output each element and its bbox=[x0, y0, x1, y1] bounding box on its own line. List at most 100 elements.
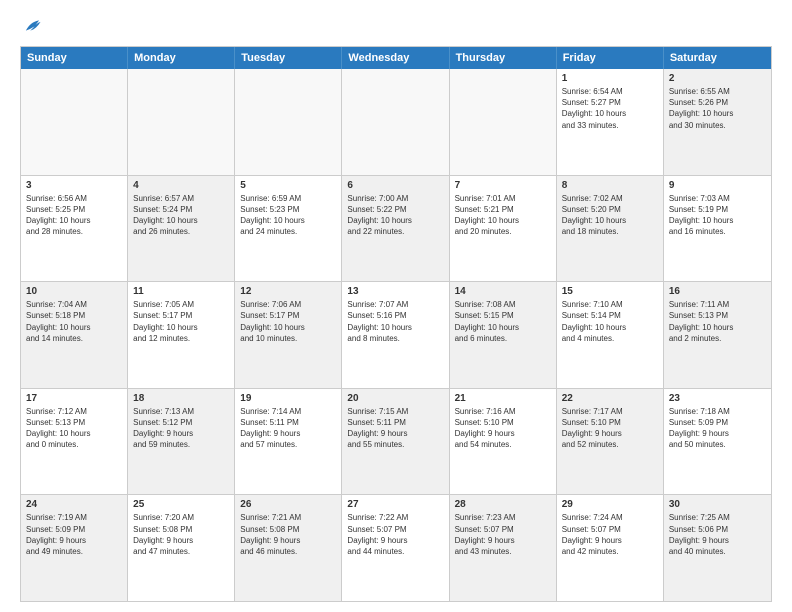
day-number: 21 bbox=[455, 393, 551, 404]
day-number: 20 bbox=[347, 393, 443, 404]
day-number: 7 bbox=[455, 180, 551, 191]
calendar-cell-13: 13 Sunrise: 7:07 AM Sunset: 5:16 PM Dayli… bbox=[342, 282, 449, 388]
day-info: Sunrise: 6:59 AM Sunset: 5:23 PM Dayligh… bbox=[240, 193, 336, 238]
calendar-cell-15: 15Sunrise: 7:10 AM Sunset: 5:14 PM Dayli… bbox=[557, 282, 664, 388]
day-number: 13 bbox=[347, 286, 443, 297]
weekday-header-monday: Monday bbox=[128, 47, 235, 69]
day-number: 23 bbox=[669, 393, 766, 404]
day-info: Sunrise: 7:13 AM Sunset: 5:12 PM Dayligh… bbox=[133, 406, 229, 451]
day-info: Sunrise: 7:24 AM Sunset: 5:07 PM Dayligh… bbox=[562, 512, 658, 557]
day-info: Sunrise: 7:03 AM Sunset: 5:19 PM Dayligh… bbox=[669, 193, 766, 238]
weekday-header-thursday: Thursday bbox=[450, 47, 557, 69]
calendar-cell-9: 9 Sunrise: 7:03 AM Sunset: 5:19 PM Daylig… bbox=[664, 176, 771, 282]
calendar-cell-19: 19 Sunrise: 7:14 AM Sunset: 5:11 PM Dayli… bbox=[235, 389, 342, 495]
calendar-cell-12: 12 Sunrise: 7:06 AM Sunset: 5:17 PM Dayli… bbox=[235, 282, 342, 388]
day-number: 8 bbox=[562, 180, 658, 191]
calendar-cell-5: 5 Sunrise: 6:59 AM Sunset: 5:23 PM Daylig… bbox=[235, 176, 342, 282]
calendar-cell-empty-2 bbox=[235, 69, 342, 175]
calendar-body: 1 Sunrise: 6:54 AM Sunset: 5:27 PM Daylig… bbox=[21, 69, 771, 601]
day-number: 27 bbox=[347, 499, 443, 510]
calendar-cell-7: 7 Sunrise: 7:01 AM Sunset: 5:21 PM Daylig… bbox=[450, 176, 557, 282]
calendar-cell-18: 18 Sunrise: 7:13 AM Sunset: 5:12 PM Dayli… bbox=[128, 389, 235, 495]
weekday-header-friday: Friday bbox=[557, 47, 664, 69]
day-number: 28 bbox=[455, 499, 551, 510]
day-number: 26 bbox=[240, 499, 336, 510]
day-number: 25 bbox=[133, 499, 229, 510]
calendar-cell-4: 4 Sunrise: 6:57 AM Sunset: 5:24 PM Daylig… bbox=[128, 176, 235, 282]
day-info: Sunrise: 7:23 AM Sunset: 5:07 PM Dayligh… bbox=[455, 512, 551, 557]
weekday-header-tuesday: Tuesday bbox=[235, 47, 342, 69]
day-number: 3 bbox=[26, 180, 122, 191]
calendar-cell-27: 27 Sunrise: 7:22 AM Sunset: 5:07 PM Dayli… bbox=[342, 495, 449, 601]
day-info: Sunrise: 7:05 AM Sunset: 5:17 PM Dayligh… bbox=[133, 299, 229, 344]
calendar-cell-17: 17Sunrise: 7:12 AM Sunset: 5:13 PM Dayli… bbox=[21, 389, 128, 495]
day-info: Sunrise: 7:17 AM Sunset: 5:10 PM Dayligh… bbox=[562, 406, 658, 451]
calendar-cell-empty-0 bbox=[21, 69, 128, 175]
calendar-row-2: 10 Sunrise: 7:04 AM Sunset: 5:18 PM Dayli… bbox=[21, 282, 771, 389]
day-number: 16 bbox=[669, 286, 766, 297]
day-number: 19 bbox=[240, 393, 336, 404]
weekday-header-wednesday: Wednesday bbox=[342, 47, 449, 69]
day-info: Sunrise: 6:56 AM Sunset: 5:25 PM Dayligh… bbox=[26, 193, 122, 238]
calendar-cell-29: 29Sunrise: 7:24 AM Sunset: 5:07 PM Dayli… bbox=[557, 495, 664, 601]
day-number: 24 bbox=[26, 499, 122, 510]
day-info: Sunrise: 6:54 AM Sunset: 5:27 PM Dayligh… bbox=[562, 86, 658, 131]
calendar-cell-11: 11 Sunrise: 7:05 AM Sunset: 5:17 PM Dayli… bbox=[128, 282, 235, 388]
calendar-cell-1: 1 Sunrise: 6:54 AM Sunset: 5:27 PM Daylig… bbox=[557, 69, 664, 175]
day-info: Sunrise: 7:18 AM Sunset: 5:09 PM Dayligh… bbox=[669, 406, 766, 451]
header bbox=[20, 16, 772, 38]
day-number: 17 bbox=[26, 393, 122, 404]
day-number: 12 bbox=[240, 286, 336, 297]
day-info: Sunrise: 7:02 AM Sunset: 5:20 PM Dayligh… bbox=[562, 193, 658, 238]
day-info: Sunrise: 7:25 AM Sunset: 5:06 PM Dayligh… bbox=[669, 512, 766, 557]
day-number: 18 bbox=[133, 393, 229, 404]
day-info: Sunrise: 7:20 AM Sunset: 5:08 PM Dayligh… bbox=[133, 512, 229, 557]
day-info: Sunrise: 7:19 AM Sunset: 5:09 PM Dayligh… bbox=[26, 512, 122, 557]
calendar-cell-3: 3 Sunrise: 6:56 AM Sunset: 5:25 PM Daylig… bbox=[21, 176, 128, 282]
day-number: 4 bbox=[133, 180, 229, 191]
day-number: 10 bbox=[26, 286, 122, 297]
day-info: Sunrise: 7:06 AM Sunset: 5:17 PM Dayligh… bbox=[240, 299, 336, 344]
calendar-row-4: 24 Sunrise: 7:19 AM Sunset: 5:09 PM Dayli… bbox=[21, 495, 771, 601]
calendar-cell-6: 6Sunrise: 7:00 AM Sunset: 5:22 PM Daylig… bbox=[342, 176, 449, 282]
day-info: Sunrise: 7:14 AM Sunset: 5:11 PM Dayligh… bbox=[240, 406, 336, 451]
weekday-header-sunday: Sunday bbox=[21, 47, 128, 69]
day-info: Sunrise: 7:00 AM Sunset: 5:22 PM Dayligh… bbox=[347, 193, 443, 238]
day-info: Sunrise: 7:21 AM Sunset: 5:08 PM Dayligh… bbox=[240, 512, 336, 557]
day-info: Sunrise: 6:55 AM Sunset: 5:26 PM Dayligh… bbox=[669, 86, 766, 131]
day-number: 1 bbox=[562, 73, 658, 84]
calendar-cell-empty-4 bbox=[450, 69, 557, 175]
calendar-cell-empty-3 bbox=[342, 69, 449, 175]
day-number: 30 bbox=[669, 499, 766, 510]
calendar-cell-21: 21Sunrise: 7:16 AM Sunset: 5:10 PM Dayli… bbox=[450, 389, 557, 495]
day-number: 2 bbox=[669, 73, 766, 84]
day-number: 11 bbox=[133, 286, 229, 297]
calendar-cell-26: 26 Sunrise: 7:21 AM Sunset: 5:08 PM Dayli… bbox=[235, 495, 342, 601]
calendar: SundayMondayTuesdayWednesdayThursdayFrid… bbox=[20, 46, 772, 602]
calendar-cell-25: 25 Sunrise: 7:20 AM Sunset: 5:08 PM Dayli… bbox=[128, 495, 235, 601]
day-number: 5 bbox=[240, 180, 336, 191]
day-number: 9 bbox=[669, 180, 766, 191]
calendar-row-1: 3 Sunrise: 6:56 AM Sunset: 5:25 PM Daylig… bbox=[21, 176, 771, 283]
logo bbox=[20, 16, 46, 38]
calendar-row-0: 1 Sunrise: 6:54 AM Sunset: 5:27 PM Daylig… bbox=[21, 69, 771, 176]
calendar-cell-14: 14Sunrise: 7:08 AM Sunset: 5:15 PM Dayli… bbox=[450, 282, 557, 388]
day-info: Sunrise: 6:57 AM Sunset: 5:24 PM Dayligh… bbox=[133, 193, 229, 238]
calendar-cell-10: 10 Sunrise: 7:04 AM Sunset: 5:18 PM Dayli… bbox=[21, 282, 128, 388]
calendar-cell-8: 8 Sunrise: 7:02 AM Sunset: 5:20 PM Daylig… bbox=[557, 176, 664, 282]
calendar-cell-20: 20 Sunrise: 7:15 AM Sunset: 5:11 PM Dayli… bbox=[342, 389, 449, 495]
calendar-cell-24: 24 Sunrise: 7:19 AM Sunset: 5:09 PM Dayli… bbox=[21, 495, 128, 601]
day-info: Sunrise: 7:11 AM Sunset: 5:13 PM Dayligh… bbox=[669, 299, 766, 344]
day-info: Sunrise: 7:01 AM Sunset: 5:21 PM Dayligh… bbox=[455, 193, 551, 238]
day-info: Sunrise: 7:04 AM Sunset: 5:18 PM Dayligh… bbox=[26, 299, 122, 344]
calendar-cell-empty-1 bbox=[128, 69, 235, 175]
day-info: Sunrise: 7:22 AM Sunset: 5:07 PM Dayligh… bbox=[347, 512, 443, 557]
calendar-header: SundayMondayTuesdayWednesdayThursdayFrid… bbox=[21, 47, 771, 69]
day-info: Sunrise: 7:15 AM Sunset: 5:11 PM Dayligh… bbox=[347, 406, 443, 451]
day-number: 14 bbox=[455, 286, 551, 297]
logo-bird-icon bbox=[20, 16, 42, 38]
day-info: Sunrise: 7:07 AM Sunset: 5:16 PM Dayligh… bbox=[347, 299, 443, 344]
calendar-cell-16: 16 Sunrise: 7:11 AM Sunset: 5:13 PM Dayli… bbox=[664, 282, 771, 388]
weekday-header-saturday: Saturday bbox=[664, 47, 771, 69]
day-number: 22 bbox=[562, 393, 658, 404]
